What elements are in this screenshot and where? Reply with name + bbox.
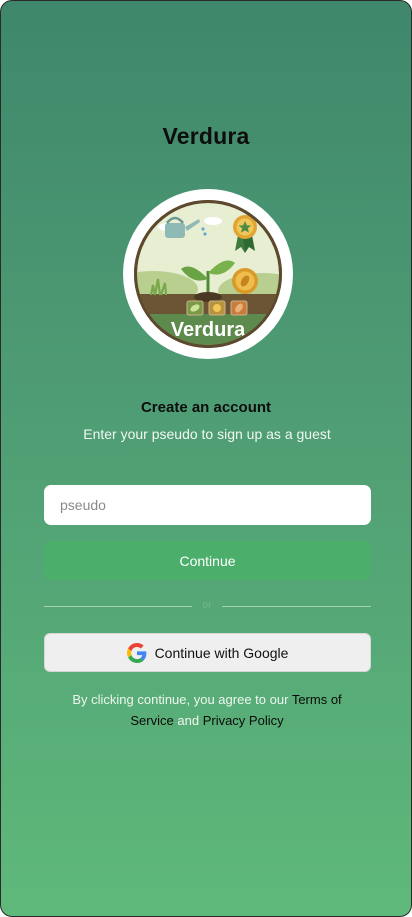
signup-headline: Create an account xyxy=(140,399,272,416)
continue-button[interactable]: Continue xyxy=(44,541,371,580)
or-divider: or xyxy=(44,600,371,611)
legal-notice: By clicking continue, you agree to our T… xyxy=(49,689,365,731)
pseudo-input[interactable] xyxy=(44,485,371,525)
divider-line-right xyxy=(222,606,371,607)
logo-wordmark: Verdura xyxy=(171,319,246,341)
signup-subline: Enter your pseudo to sign up as a guest xyxy=(83,426,331,442)
privacy-policy-link[interactable]: Privacy Policy xyxy=(203,713,284,728)
google-signin-button[interactable]: Continue with Google xyxy=(44,633,371,672)
divider-line-left xyxy=(44,606,192,607)
app-title: Verdura xyxy=(162,123,250,149)
divider-or-text: or xyxy=(202,600,212,611)
google-g-icon xyxy=(126,642,147,663)
app-logo: Verdura xyxy=(123,189,293,359)
verdura-garden-logo-icon: Verdura xyxy=(134,200,282,348)
legal-prefix: By clicking continue, you agree to our xyxy=(72,692,289,707)
legal-joiner: and xyxy=(177,713,200,728)
signup-screen: Verdura Verdura Create an account Enter … xyxy=(0,0,412,917)
google-button-label: Continue with Google xyxy=(154,644,289,661)
